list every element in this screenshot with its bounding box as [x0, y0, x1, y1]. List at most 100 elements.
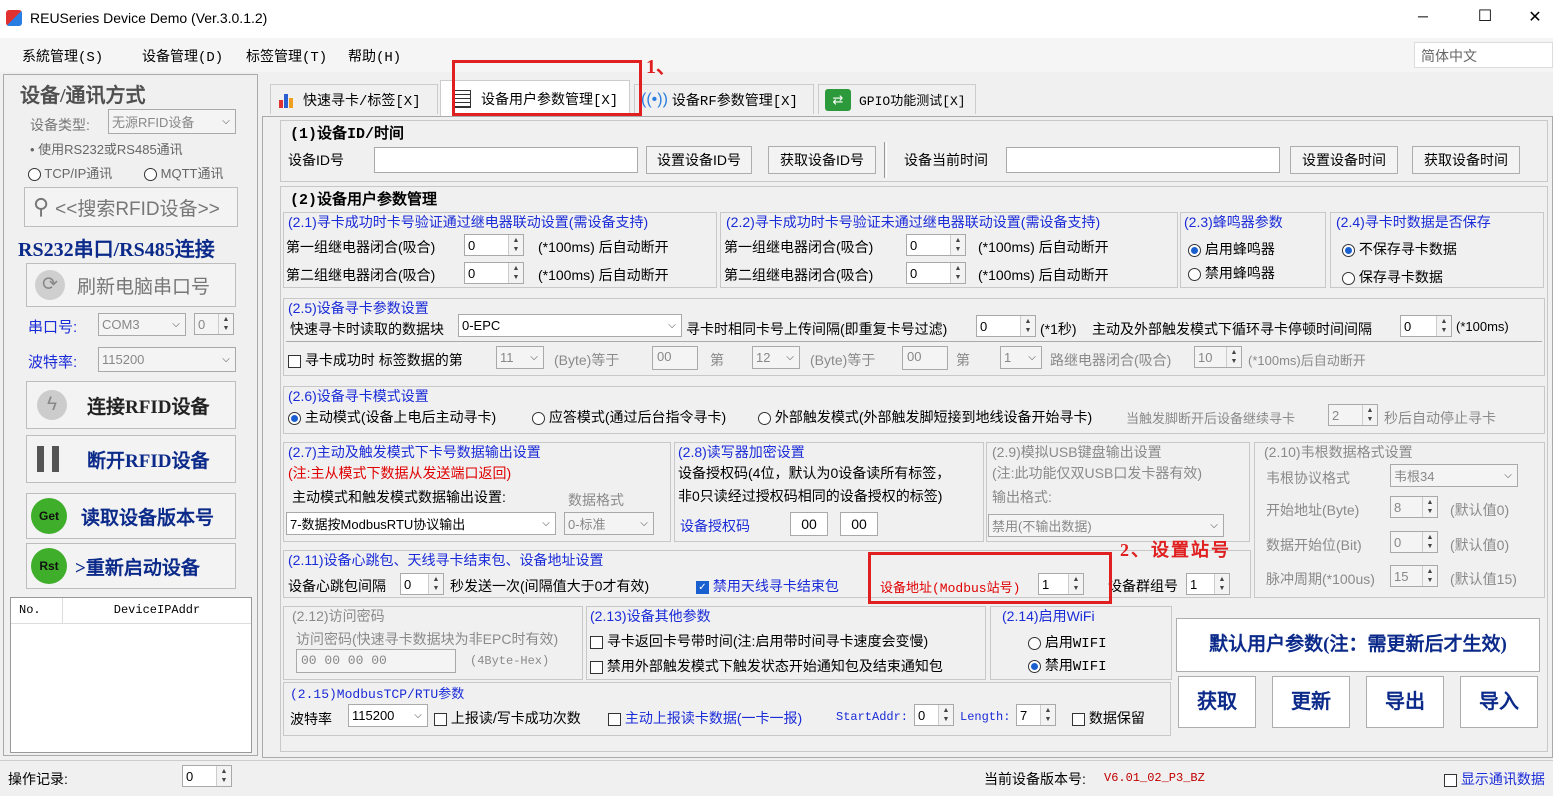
maximize-button[interactable]: ☐ — [1470, 6, 1500, 26]
password-input[interactable]: 00 00 00 00 — [296, 649, 456, 673]
group-no-spin[interactable]: 1 ▲ ▼ — [1186, 573, 1230, 595]
format-select[interactable]: 0-标准 ⌵ — [564, 512, 654, 535]
port-label: 串口号: — [28, 319, 78, 336]
set-device-id-button[interactable]: 设置设备ID号 — [646, 146, 752, 174]
return-time-checkbox[interactable]: 寻卡返回卡号带时间(注:启用带时间寻卡速度会变慢) — [590, 631, 928, 651]
connect-rfid-button[interactable]: ϟ 连接RFID设备 — [26, 381, 236, 429]
import-button[interactable]: 导入 — [1460, 676, 1538, 728]
mode-mqtt-label: MQTT通讯 — [160, 166, 224, 181]
port-select[interactable]: COM3 ⌵ — [98, 313, 186, 336]
section-1-title: (1)设备ID/时间 — [290, 126, 405, 143]
relay2b-spin[interactable]: 0 ▲ ▼ — [906, 262, 966, 284]
update-button[interactable]: 更新 — [1272, 676, 1350, 728]
relay1-spin[interactable]: 0 ▲ ▼ — [464, 234, 524, 256]
close-button[interactable]: ✕ — [1520, 7, 1550, 27]
baud-select[interactable]: 115200 ⌵ — [98, 347, 236, 372]
length-spin[interactable]: 7 ▲ ▼ — [1016, 704, 1056, 726]
refresh-port-button[interactable]: ⟳ 刷新电脑串口号 — [26, 263, 236, 307]
byte2-select[interactable]: 12 ⌵ — [752, 346, 800, 369]
wifi-on-radio[interactable]: 启用WIFI — [1028, 632, 1107, 652]
spin-arrows-icon: ▲ ▼ — [1436, 316, 1451, 336]
active-mode-radio[interactable]: 主动模式(设备上电后主动寻卡) — [288, 407, 496, 427]
mode-rs-radio[interactable]: • 使用RS232或RS485通讯 — [30, 139, 183, 158]
device-type-select[interactable]: 无源RFID设备 ⌵ — [108, 109, 236, 134]
active-report-checkbox[interactable]: 主动上报读卡数据(一卡一报) — [608, 708, 802, 728]
wiegand-proto-select[interactable]: 韦根34 ⌵ — [1390, 464, 1518, 487]
get-device-id-button[interactable]: 获取设备ID号 — [768, 146, 876, 174]
restart-device-button[interactable]: Rst >重新启动设备 — [26, 543, 236, 589]
export-button[interactable]: 导出 — [1366, 676, 1444, 728]
after-spin[interactable]: 2 ▲ ▼ — [1328, 404, 1378, 426]
value1-input[interactable]: 00 — [652, 346, 698, 370]
interval-label: 寻卡时相同卡号上传间隔(即重复卡号过滤) — [686, 321, 948, 337]
di-label-2: 第 — [956, 352, 970, 368]
menu-help[interactable]: 帮助(H) — [348, 46, 401, 66]
relay-ms-spin[interactable]: 10 ▲ ▼ — [1194, 346, 1242, 368]
interval-spin[interactable]: 0 ▲ ▼ — [976, 315, 1036, 337]
log-spin[interactable]: 0 ▲ ▼ — [182, 765, 232, 787]
disconnect-rfid-button[interactable]: 断开RFID设备 — [26, 435, 236, 483]
tab-quick-search[interactable]: 快速寻卡/标签[X] — [270, 84, 438, 114]
group-2-2-title: (2.2)寻卡成功时卡号验证未通过继电器联动设置(需设备支持) — [726, 214, 1101, 230]
relay2b-value: 0 — [910, 265, 918, 281]
wifi-off-radio[interactable]: 禁用WIFI — [1028, 655, 1107, 675]
beep-on-radio[interactable]: 启用蜂鸣器 — [1188, 239, 1275, 259]
search-rfid-button[interactable]: ⚲ <<搜索RFID设备>> — [24, 187, 238, 227]
device-id-input[interactable] — [374, 147, 638, 173]
disable-notify-checkbox[interactable]: 禁用外部触发模式下触发状态开始通知包及结束通知包 — [590, 656, 943, 676]
mb-baud-select[interactable]: 115200 ⌵ — [348, 704, 428, 727]
beep-off-radio[interactable]: 禁用蜂鸣器 — [1188, 263, 1275, 283]
language-select[interactable]: 简体中文 — [1414, 42, 1553, 68]
read-version-button[interactable]: Get 读取设备版本号 — [26, 493, 236, 539]
log-value: 0 — [186, 768, 194, 784]
relay-no-select[interactable]: 1 ⌵ — [1000, 346, 1042, 369]
annotation-label-2: 2、设置站号 — [1120, 540, 1231, 560]
relay-close-label: 路继电器闭合(吸合) — [1050, 352, 1172, 368]
tab-rf-params[interactable]: ((•)) 设备RF参数管理[X] — [634, 84, 814, 114]
wiegand-bit-spin[interactable]: 0 ▲ ▼ — [1390, 531, 1438, 553]
port-spin[interactable]: 0 ▲ ▼ — [194, 313, 234, 335]
col-no: No. — [11, 598, 63, 624]
report-count-checkbox[interactable]: 上报读/写卡成功次数 — [434, 708, 581, 728]
value2-input[interactable]: 00 — [902, 346, 948, 370]
byte1-select[interactable]: 11 ⌵ — [496, 346, 544, 369]
menu-device[interactable]: 设备管理(D) — [142, 46, 223, 66]
block-select[interactable]: 0-EPC ⌵ — [458, 314, 682, 337]
save-radio[interactable]: 保存寻卡数据 — [1342, 267, 1443, 287]
wiegand-start-spin[interactable]: 8 ▲ ▼ — [1390, 496, 1438, 518]
menu-system[interactable]: 系統管理(S) — [22, 46, 103, 66]
disconnect-rfid-label: 断开RFID设备 — [87, 450, 210, 472]
auth-code-1-input[interactable]: 00 — [790, 512, 828, 536]
output-select[interactable]: 7-数据按ModbusRTU协议输出 ⌵ — [286, 512, 556, 535]
wiegand-pulse-spin[interactable]: 15 ▲ ▼ — [1390, 565, 1438, 587]
minimize-button[interactable]: ─ — [1408, 8, 1438, 24]
auth-code-2-input[interactable]: 00 — [840, 512, 878, 536]
menu-tag[interactable]: 标签管理(T) — [246, 46, 327, 66]
trigger-mode-radio[interactable]: 外部触发模式(外部触发脚短接到地线设备开始寻卡) — [758, 407, 1092, 427]
set-device-time-button[interactable]: 设置设备时间 — [1290, 146, 1398, 174]
tag-data-checkbox[interactable]: 寻卡成功时 标签数据的第 — [288, 350, 463, 370]
show-comm-checkbox[interactable]: 显示通讯数据 — [1444, 769, 1545, 789]
byte1-value: 11 — [500, 350, 514, 365]
nosave-radio[interactable]: 不保存寻卡数据 — [1342, 239, 1457, 259]
usb-format-select[interactable]: 禁用(不输出数据) ⌵ — [988, 514, 1224, 537]
chevron-down-icon: ⌵ — [222, 354, 230, 365]
get-device-time-button[interactable]: 获取设备时间 — [1412, 146, 1520, 174]
device-time-input[interactable] — [1006, 147, 1280, 173]
device-ip-table[interactable]: No. DeviceIPAddr — [10, 597, 252, 753]
get-button[interactable]: 获取 — [1178, 676, 1256, 728]
mode-mqtt-radio[interactable]: MQTT通讯 — [144, 163, 223, 182]
answer-mode-radio[interactable]: 应答模式(通过后台指令寻卡) — [532, 407, 726, 427]
tab-gpio[interactable]: ⇄ GPIO功能测试[X] — [818, 84, 976, 114]
start-addr-spin[interactable]: 0 ▲ ▼ — [914, 704, 954, 726]
pause-spin[interactable]: 0 ▲ ▼ — [1400, 315, 1452, 337]
default-params-button[interactable]: 默认用户参数(注：需更新后才生效) — [1176, 618, 1540, 672]
mb-baud-label: 波特率 — [290, 711, 332, 727]
relay1b-spin[interactable]: 0 ▲ ▼ — [906, 234, 966, 256]
ant-end-checkbox[interactable]: ✓ 禁用天线寻卡结束包 — [696, 576, 839, 596]
wiegand-start-value: 8 — [1394, 499, 1402, 515]
mode-tcp-radio[interactable]: TCP/IP通讯 — [28, 163, 112, 182]
keep-data-checkbox[interactable]: 数据保留 — [1072, 708, 1145, 728]
relay2-spin[interactable]: 0 ▲ ▼ — [464, 262, 524, 284]
heartbeat-spin[interactable]: 0 ▲ ▼ — [400, 573, 444, 595]
